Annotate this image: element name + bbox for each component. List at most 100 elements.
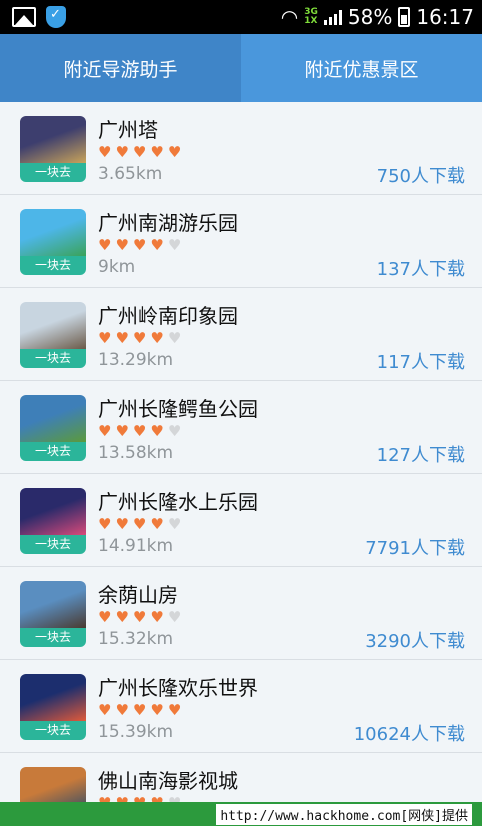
heart-icon: ♥	[167, 329, 182, 347]
rating-hearts: ♥♥♥♥♥	[98, 423, 181, 439]
heart-icon: ♥	[167, 608, 182, 626]
attraction-title: 余荫山房	[98, 583, 178, 607]
download-count: 127人下载	[376, 445, 465, 466]
go-together-button[interactable]: 一块去	[20, 349, 86, 368]
list-item[interactable]: 一块去 余荫山房 ♥ ♥ ♥ ♥ ♥ 15.32km 3290人下载	[0, 567, 482, 660]
heart-icon: ♥	[115, 608, 129, 626]
heart-icon: ♥	[132, 422, 147, 440]
signal-icon	[323, 9, 342, 25]
list-item[interactable]: 一块去佛山南海影视城 ♥ ♥ ♥ ♥ ♥	[0, 753, 482, 802]
go-together-button[interactable]: 一块去	[20, 721, 86, 740]
heart-icon: ♥	[167, 236, 182, 254]
list-item[interactable]: 一块去 广州塔 ♥ ♥ ♥ ♥ ♥ 3.65km 750人下载	[0, 102, 482, 195]
battery-percent: 58%	[347, 5, 393, 29]
download-count: 3290人下载	[365, 631, 465, 652]
attraction-image	[20, 395, 86, 442]
distance-label: 9km	[98, 257, 136, 277]
download-count: 117人下载	[376, 352, 465, 373]
download-count: 10624人下载	[353, 724, 465, 745]
heart-icon: ♥	[150, 701, 164, 719]
distance-label: 15.32km	[98, 629, 174, 649]
list-item[interactable]: 一块去 广州南湖游乐园 ♥ ♥ ♥ ♥ ♥ 9km 137人下载	[0, 195, 482, 288]
attraction-thumbnail[interactable]: 一块去	[20, 674, 86, 740]
attraction-thumbnail[interactable]: 一块去	[20, 302, 86, 368]
distance-label: 3.65km	[98, 164, 163, 184]
watermark-text: http://www.hackhome.com[网侠]提供	[216, 803, 472, 825]
heart-icon: ♥	[98, 795, 111, 802]
heart-icon: ♥	[132, 143, 147, 161]
distance-label: 14.91km	[98, 536, 174, 556]
attraction-image	[20, 674, 86, 721]
heart-icon: ♥	[98, 329, 112, 347]
distance-label: 15.39km	[98, 722, 174, 742]
attraction-thumbnail[interactable]: 一块去	[20, 116, 86, 182]
network-bottom-label: 1X	[304, 16, 318, 26]
tab-bar: 附近导游助手 附近优惠景区	[0, 34, 482, 102]
download-count: 7791人下载	[365, 538, 465, 559]
heart-icon: ♥	[115, 236, 129, 254]
attraction-thumbnail[interactable]: 一块去	[20, 395, 86, 461]
attraction-image	[20, 767, 86, 802]
wifi-icon: ◠	[280, 5, 299, 29]
list-item[interactable]: 一块去 广州长隆水上乐园 ♥ ♥ ♥ ♥ ♥ 14.91km 7791人下载	[0, 474, 482, 567]
attraction-thumbnail[interactable]: 一块去	[20, 767, 86, 802]
distance-label: 13.29km	[98, 350, 174, 370]
heart-icon: ♥	[133, 795, 146, 802]
attraction-thumbnail[interactable]: 一块去	[20, 581, 86, 647]
go-together-button[interactable]: 一块去	[20, 628, 86, 647]
tab-nearby-deals[interactable]: 附近优惠景区	[241, 34, 482, 102]
download-count: 137人下载	[376, 259, 465, 280]
attraction-title: 佛山南海影视城	[98, 769, 238, 793]
heart-icon: ♥	[168, 795, 181, 802]
go-together-button[interactable]: 一块去	[20, 442, 86, 461]
heart-icon: ♥	[98, 701, 112, 719]
go-together-button[interactable]: 一块去	[20, 256, 86, 275]
attraction-thumbnail[interactable]: 一块去	[20, 488, 86, 554]
go-together-button[interactable]: 一块去	[20, 535, 86, 554]
heart-icon: ♥	[132, 515, 147, 533]
heart-icon: ♥	[115, 701, 129, 719]
clock: 16:17	[416, 5, 474, 29]
tab-nearby-guide[interactable]: 附近导游助手	[0, 34, 241, 102]
heart-icon: ♥	[98, 143, 112, 161]
attraction-image	[20, 488, 86, 535]
heart-icon: ♥	[150, 329, 164, 347]
rating-hearts: ♥♥♥♥♥	[98, 609, 181, 625]
heart-icon: ♥	[132, 701, 147, 719]
heart-icon: ♥	[150, 143, 164, 161]
attraction-list[interactable]: 一块去 广州塔 ♥ ♥ ♥ ♥ ♥ 3.65km 750人下载 一块去 广州南湖游乐园 ♥ ♥ ♥ ♥ ♥ 9k…	[0, 102, 482, 802]
watermark: http://www.hackhome.com[网侠]提供	[0, 802, 482, 826]
attraction-title: 广州南湖游乐园	[98, 211, 238, 235]
heart-icon: ♥	[115, 422, 129, 440]
attraction-title: 广州长隆鳄鱼公园	[98, 397, 258, 421]
heart-icon: ♥	[115, 795, 128, 802]
list-item[interactable]: 一块去 广州长隆鳄鱼公园 ♥ ♥ ♥ ♥ ♥ 13.58km 127人下载	[0, 381, 482, 474]
heart-icon: ♥	[115, 329, 129, 347]
heart-icon: ♥	[167, 515, 182, 533]
heart-icon: ♥	[98, 236, 112, 254]
shield-icon	[46, 6, 66, 28]
distance-label: 13.58km	[98, 443, 174, 463]
download-count: 750人下载	[376, 166, 465, 187]
heart-icon: ♥	[132, 329, 147, 347]
heart-icon: ♥	[115, 143, 129, 161]
heart-icon: ♥	[150, 422, 164, 440]
battery-icon	[398, 7, 411, 27]
heart-icon: ♥	[150, 795, 163, 802]
rating-hearts: ♥♥♥♥♥	[98, 330, 181, 346]
heart-icon: ♥	[98, 515, 112, 533]
attraction-title: 广州塔	[98, 118, 158, 142]
go-together-button[interactable]: 一块去	[20, 163, 86, 182]
rating-hearts: ♥♥♥♥♥	[98, 237, 181, 253]
attraction-thumbnail[interactable]: 一块去	[20, 209, 86, 275]
rating-hearts: ♥♥♥♥♥	[98, 144, 181, 160]
list-item[interactable]: 一块去 广州岭南印象园 ♥ ♥ ♥ ♥ ♥ 13.29km 117人下载	[0, 288, 482, 381]
rating-hearts: ♥♥♥♥♥	[98, 702, 181, 718]
gallery-icon	[12, 7, 36, 27]
heart-icon: ♥	[132, 236, 147, 254]
heart-icon: ♥	[167, 143, 182, 161]
list-item[interactable]: 一块去 广州长隆欢乐世界 ♥ ♥ ♥ ♥ ♥ 15.39km 10624人下载	[0, 660, 482, 753]
attraction-image	[20, 581, 86, 628]
attraction-image	[20, 209, 86, 256]
rating-hearts: ♥♥♥♥♥	[98, 516, 181, 532]
